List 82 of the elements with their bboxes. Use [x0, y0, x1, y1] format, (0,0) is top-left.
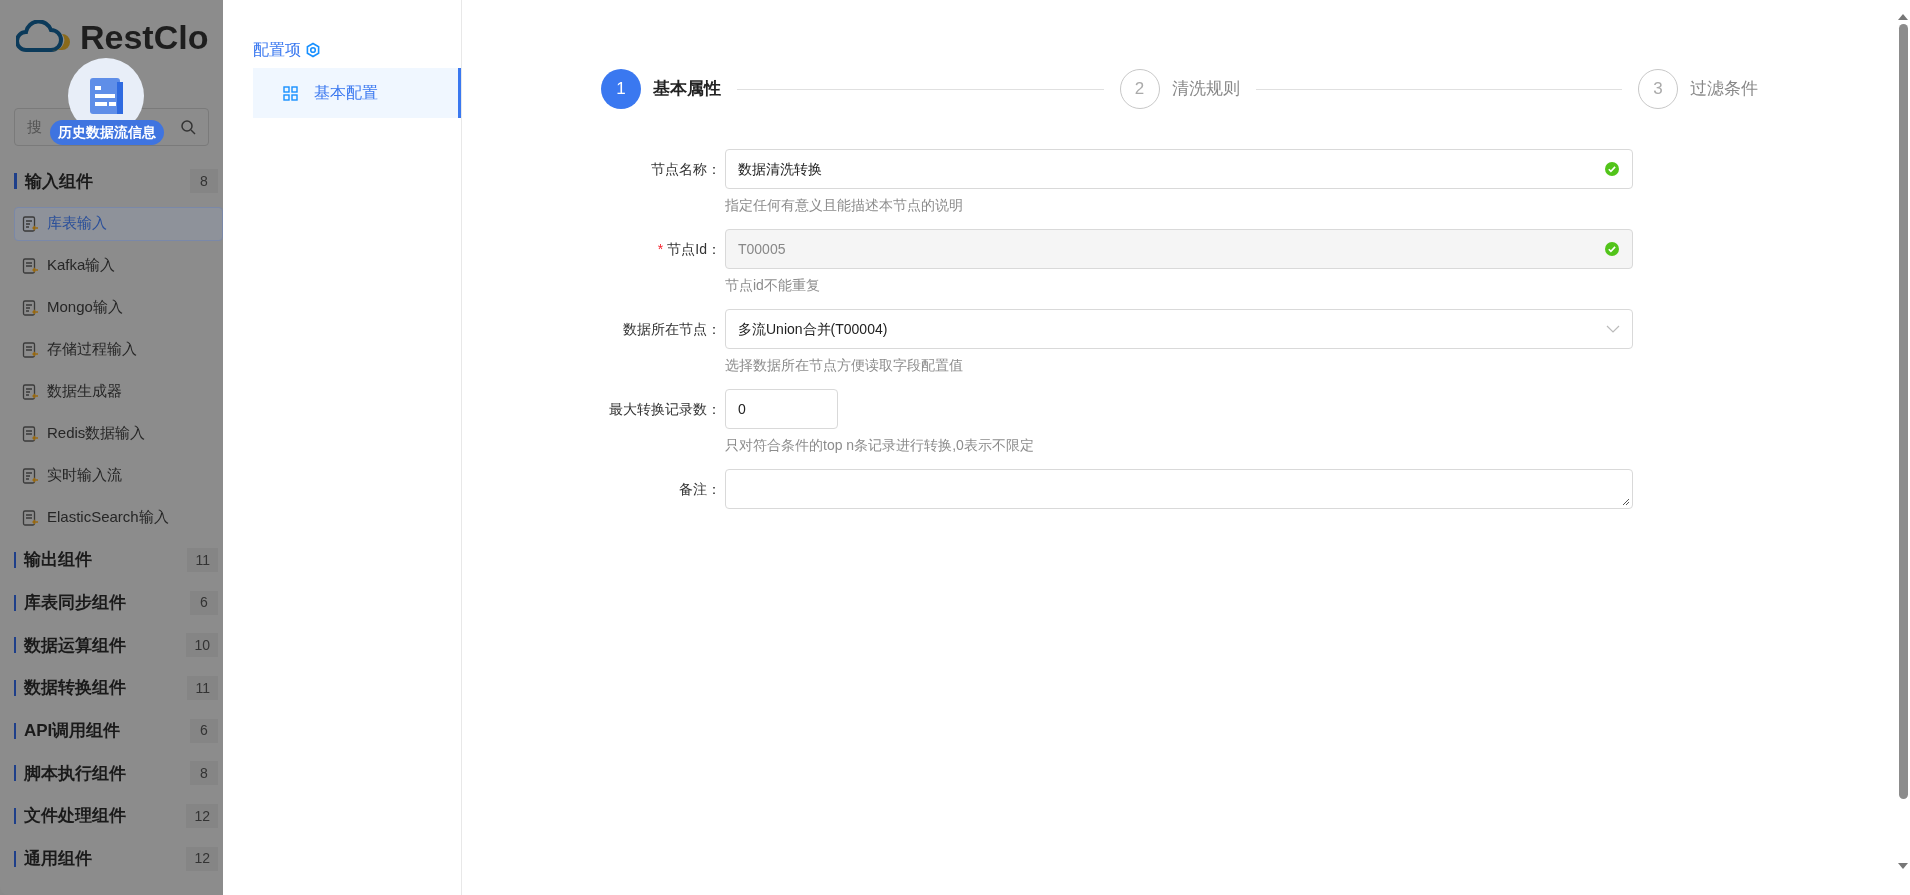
- step-item[interactable]: 2 清洗规则: [1119, 69, 1240, 109]
- check-circle-icon: [1604, 241, 1620, 257]
- help-text: 节点id不能重复: [725, 277, 820, 293]
- component-icon: [21, 466, 39, 485]
- component-label: 实时输入流: [47, 465, 122, 486]
- select-field[interactable]: 多流Union合并(T00004): [725, 309, 1633, 349]
- component-label: 数据生成器: [47, 381, 122, 402]
- textarea-field[interactable]: [725, 469, 1633, 509]
- number-field[interactable]: 0: [725, 389, 838, 429]
- search-icon: [180, 119, 196, 135]
- component-item[interactable]: 实时输入流: [14, 458, 223, 493]
- group-title[interactable]: 脚本执行组件: [24, 760, 190, 787]
- scroll-up-icon[interactable]: [1898, 14, 1908, 20]
- component-item[interactable]: 数据生成器: [14, 374, 223, 409]
- component-icon: [21, 508, 39, 527]
- settings-icon: [305, 42, 321, 58]
- field-value: T00005: [738, 239, 786, 259]
- component-label: 存储过程输入: [47, 339, 137, 360]
- field-label: 备注：: [679, 480, 721, 499]
- group-count: 11: [187, 548, 218, 573]
- field-value: 0: [738, 399, 746, 419]
- text-field[interactable]: 数据清洗转换: [725, 149, 1633, 189]
- field-value: 数据清洗转换: [738, 159, 822, 179]
- group-count: 6: [190, 718, 218, 743]
- group-count: 12: [186, 846, 218, 871]
- component-label: Kafka输入: [47, 255, 116, 276]
- group-count: 6: [190, 590, 218, 615]
- component-icon: [21, 214, 39, 233]
- logo-text: RestClo: [80, 20, 209, 54]
- config-menu-item[interactable]: 基本配置: [253, 68, 461, 118]
- step-number: 1: [601, 69, 641, 109]
- help-text: 选择数据所在节点方便读取字段配置值: [725, 357, 963, 373]
- component-label: ElasticSearch输入: [47, 507, 169, 528]
- check-circle-icon: [1604, 161, 1620, 177]
- group-title[interactable]: 通用组件: [24, 846, 187, 872]
- component-label: Mongo输入: [47, 297, 123, 318]
- component-item[interactable]: ElasticSearch输入: [14, 500, 223, 535]
- component-icon: [21, 424, 39, 443]
- component-icon: [21, 340, 39, 359]
- component-label: Redis数据输入: [47, 423, 146, 444]
- component-label: 库表输入: [47, 213, 107, 234]
- history-flow-tooltip[interactable]: 历史数据流信息: [50, 120, 164, 145]
- scrollbar-thumb[interactable]: [1898, 24, 1908, 799]
- component-item[interactable]: Kafka输入: [14, 248, 223, 283]
- scroll-down-icon[interactable]: [1898, 863, 1908, 869]
- component-item[interactable]: Redis数据输入: [14, 416, 223, 451]
- step-label: 清洗规则: [1171, 78, 1240, 101]
- group-count: 8: [190, 169, 218, 194]
- step-label: 基本属性: [653, 78, 721, 101]
- step-item[interactable]: 1 基本属性: [601, 69, 721, 109]
- field-label: 数据所在节点：: [623, 320, 721, 339]
- group-title[interactable]: 输入组件: [25, 168, 190, 195]
- group-title[interactable]: API调用组件: [24, 718, 190, 744]
- help-text: 指定任何有意义且能描述本节点的说明: [725, 197, 963, 213]
- component-item[interactable]: 库表输入: [14, 206, 223, 241]
- resize-handle-icon: [1622, 498, 1630, 506]
- field-label: 节点Id：: [667, 240, 721, 259]
- step-item[interactable]: 3 过滤条件: [1638, 69, 1758, 109]
- group-count: 11: [187, 676, 218, 701]
- component-item[interactable]: Mongo输入: [14, 290, 223, 325]
- grid-icon: [283, 85, 298, 101]
- chevron-down-icon: [1606, 325, 1620, 333]
- group-title[interactable]: 文件处理组件: [24, 803, 187, 829]
- group-count: 10: [186, 633, 218, 658]
- group-count: 8: [190, 761, 218, 786]
- field-label: 节点名称：: [651, 160, 721, 179]
- component-icon: [21, 298, 39, 317]
- group-title[interactable]: 数据转换组件: [24, 675, 188, 701]
- group-title[interactable]: 输出组件: [24, 547, 188, 573]
- field-label: 最大转换记录数：: [609, 400, 721, 419]
- config-menu-label: 基本配置: [314, 83, 378, 103]
- group-title[interactable]: 库表同步组件: [24, 589, 190, 616]
- group-title[interactable]: 数据运算组件: [24, 632, 187, 659]
- component-icon: [21, 382, 39, 401]
- group-count: 12: [186, 804, 218, 829]
- select-value: 多流Union合并(T00004): [738, 319, 888, 339]
- component-item[interactable]: 存储过程输入: [14, 332, 223, 367]
- required-mark: *: [657, 240, 664, 259]
- step-label: 过滤条件: [1690, 78, 1758, 101]
- component-icon: [21, 256, 39, 275]
- help-text: 只对符合条件的top n条记录进行转换,0表示不限定: [725, 437, 1034, 453]
- config-title: 配置项: [253, 40, 301, 60]
